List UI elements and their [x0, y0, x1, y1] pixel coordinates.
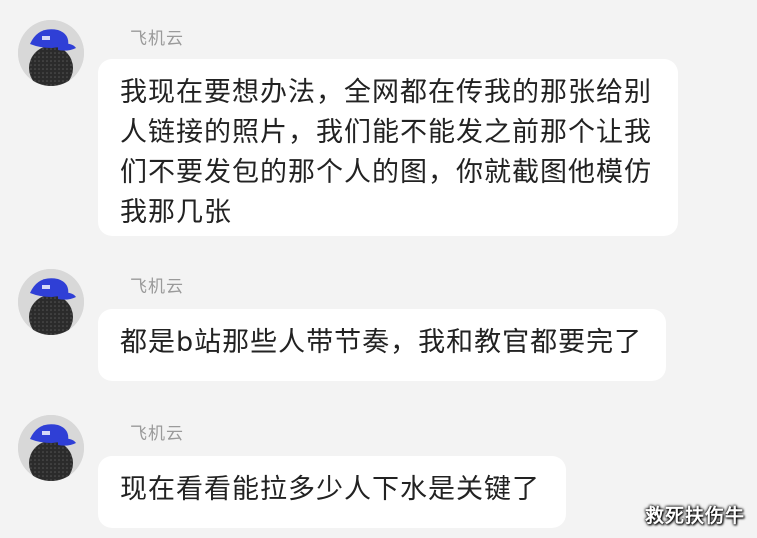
watermark: 救死扶伤牛: [644, 505, 745, 527]
sender-name: 飞机云: [130, 29, 184, 49]
sender-name: 飞机云: [130, 277, 184, 297]
blue-cap-penguin-icon: [18, 269, 84, 335]
message-bubble[interactable]: 都是b站那些人带节奏，我和教官都要完了: [98, 309, 666, 381]
avatar[interactable]: [18, 269, 84, 335]
sender-name: 飞机云: [130, 424, 184, 444]
blue-cap-penguin-icon: [18, 20, 84, 86]
message-bubble[interactable]: 我现在要想办法，全网都在传我的那张给别人链接的照片，我们能不能发之前那个让我们不…: [98, 59, 678, 236]
avatar[interactable]: [18, 20, 84, 86]
avatar[interactable]: [18, 415, 84, 481]
chat-message-list: 飞机云 我现在要想办法，全网都在传我的那张给别人链接的照片，我们能不能发之前那个…: [0, 0, 757, 538]
message-bubble[interactable]: 现在看看能拉多少人下水是关键了: [98, 456, 566, 528]
blue-cap-penguin-icon: [18, 415, 84, 481]
